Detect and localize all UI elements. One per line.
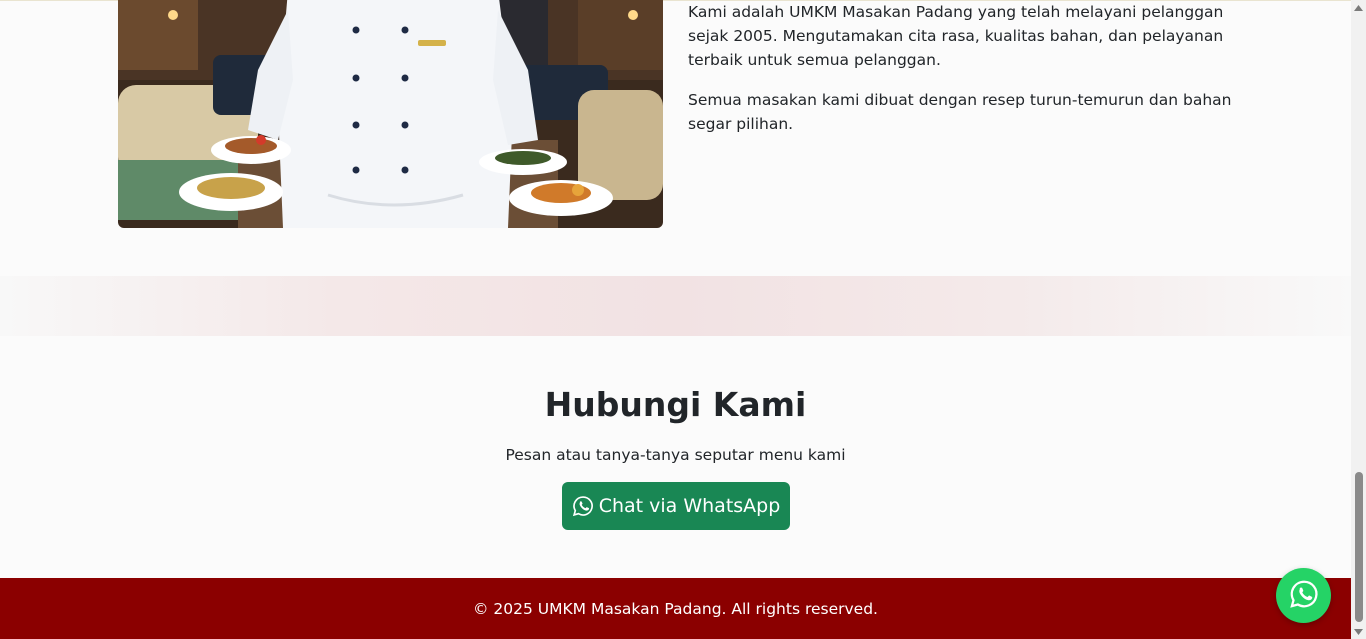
footer: © 2025 UMKM Masakan Padang. All rights r…: [0, 578, 1351, 639]
contact-subtitle: Pesan atau tanya-tanya seputar menu kami: [505, 446, 846, 464]
about-text: Kami adalah UMKM Masakan Padang yang tel…: [688, 0, 1233, 152]
chat-whatsapp-button[interactable]: Chat via WhatsApp: [562, 482, 790, 530]
about-paragraph-1: Kami adalah UMKM Masakan Padang yang tel…: [688, 3, 1224, 69]
about-paragraph-2: Semua masakan kami dibuat dengan resep t…: [688, 91, 1232, 133]
about-image: [118, 0, 663, 228]
chef-photo: [118, 0, 663, 228]
whatsapp-icon: [1289, 579, 1319, 613]
chat-whatsapp-label: Chat via WhatsApp: [598, 495, 781, 517]
contact-title: Hubungi Kami: [544, 385, 807, 424]
footer-copyright: © 2025 UMKM Masakan Padang. All rights r…: [473, 599, 878, 618]
scrollbar-thumb[interactable]: [1355, 472, 1363, 622]
floating-whatsapp-button[interactable]: [1276, 568, 1331, 623]
vertical-scrollbar[interactable]: [1351, 0, 1366, 639]
scroll-up-arrow-icon[interactable]: [1351, 0, 1366, 15]
scroll-down-arrow-icon[interactable]: [1351, 624, 1366, 639]
whatsapp-icon: [572, 495, 594, 517]
section-divider: [0, 276, 1351, 336]
page: Kami adalah UMKM Masakan Padang yang tel…: [0, 0, 1351, 639]
